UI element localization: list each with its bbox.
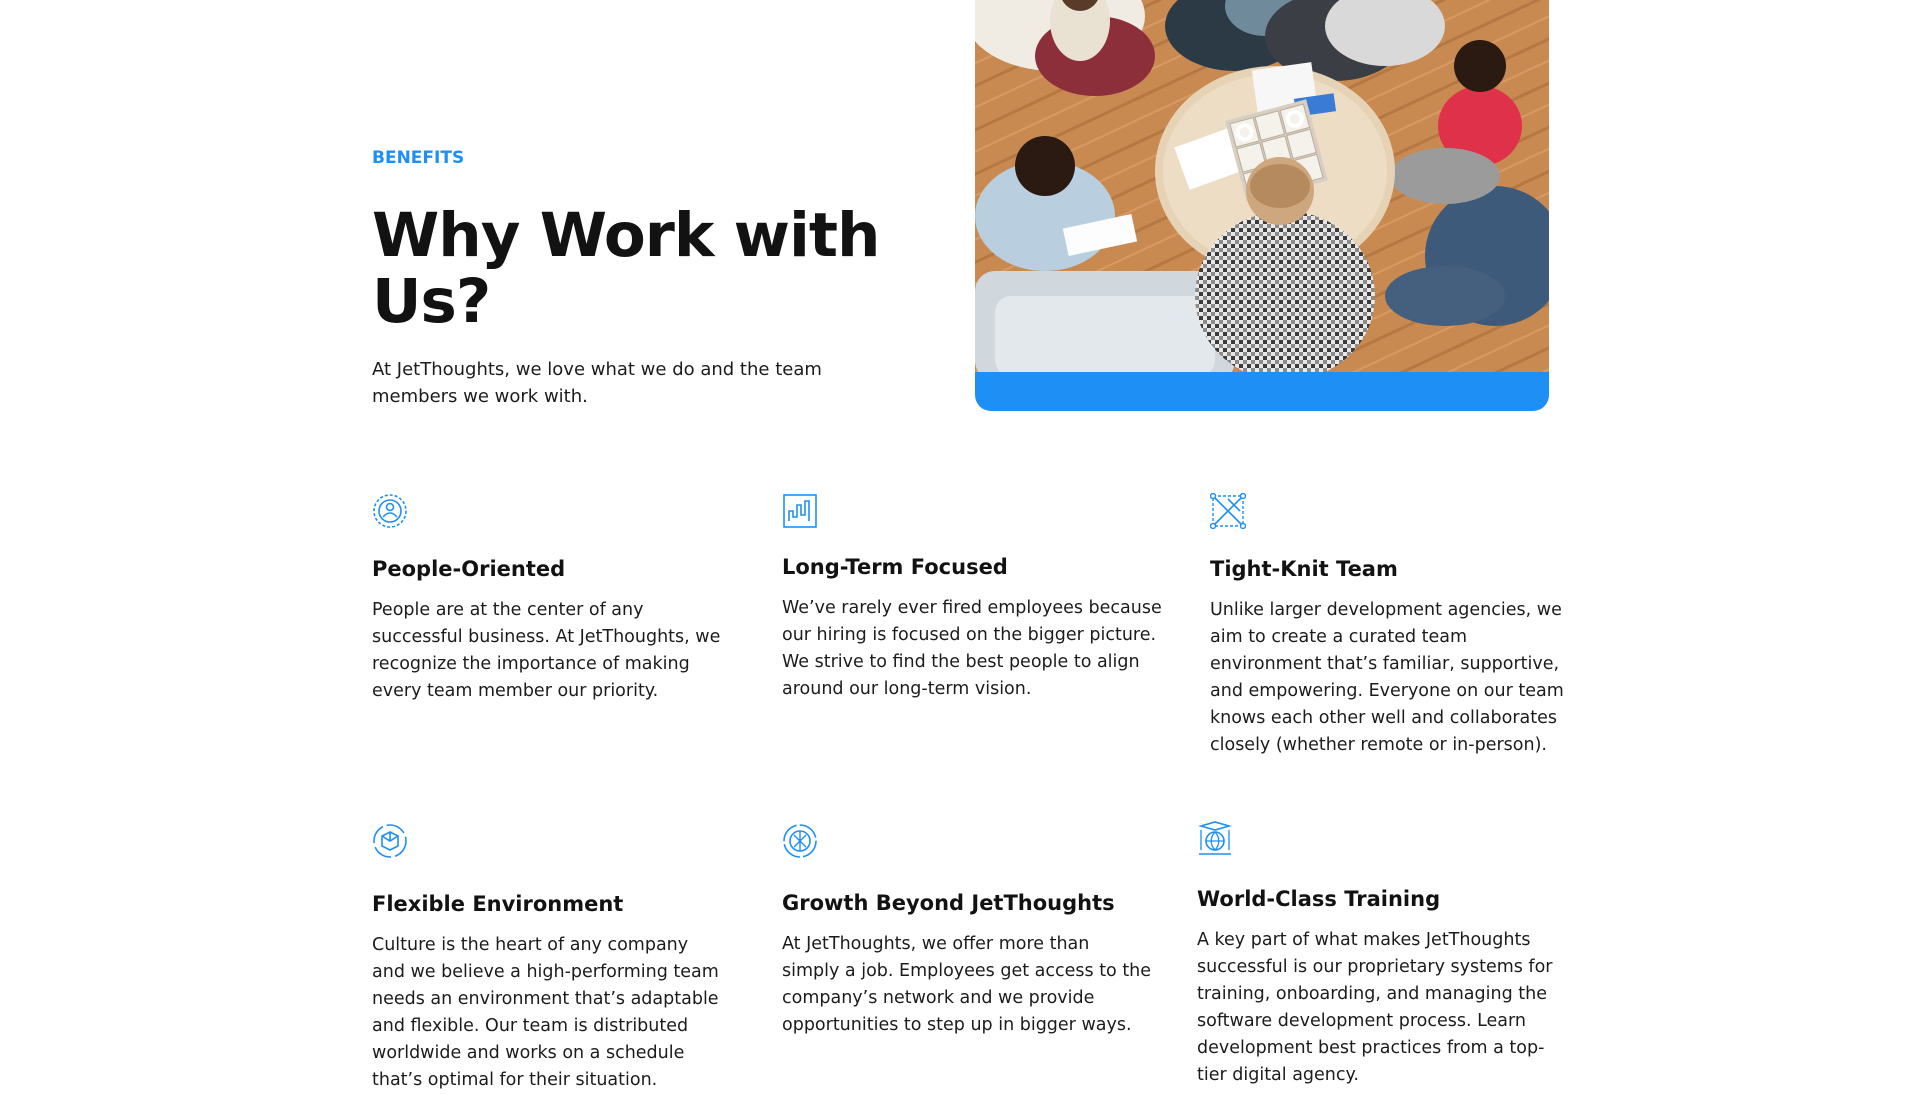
feature-tight-knit-team: Tight-Knit Team Unlike larger developmen… xyxy=(1210,493,1565,773)
team-meeting-photo xyxy=(975,0,1549,372)
feature-text: We’ve rarely ever fired employees becaus… xyxy=(782,598,1162,699)
feature-title: Tight-Knit Team xyxy=(1210,557,1398,581)
feature-text: Culture is the heart of any company and … xyxy=(372,935,719,1090)
growth-chart-icon xyxy=(783,494,817,528)
aperture-growth-icon xyxy=(783,824,817,858)
feature-growth-beyond: Growth Beyond JetThoughts At JetThoughts… xyxy=(782,823,1152,1043)
feature-text: A key part of what makes JetThoughts suc… xyxy=(1197,930,1553,1085)
people-circle-icon xyxy=(373,494,407,528)
feature-text: Unlike larger development agencies, we a… xyxy=(1210,600,1564,755)
feature-people-oriented: People-Oriented People are at the center… xyxy=(372,493,722,713)
feature-title: People-Oriented xyxy=(372,557,566,581)
feature-title: Flexible Environment xyxy=(372,892,624,916)
feature-long-term-focused: Long-Term Focused We’ve rarely ever fire… xyxy=(782,493,1162,713)
feature-flexible-environment: Flexible Environment Culture is the hear… xyxy=(372,823,722,1090)
feature-title: World-Class Training xyxy=(1197,887,1441,911)
feature-text: People are at the center of any successf… xyxy=(372,600,721,701)
network-nodes-icon xyxy=(1210,493,1246,529)
feature-world-class-training: World-Class Training A key part of what … xyxy=(1197,820,1557,1085)
team-photo xyxy=(975,0,1549,411)
globe-graduation-icon xyxy=(1198,821,1232,855)
benefits-eyebrow: BENEFITS xyxy=(372,148,465,168)
page-title: Why Work with Us? xyxy=(372,200,880,337)
feature-text: At JetThoughts, we offer more than simpl… xyxy=(782,934,1152,1035)
feature-title: Long-Term Focused xyxy=(782,555,1008,579)
hero-subtitle: At JetThoughts, we love what we do and t… xyxy=(372,359,822,407)
feature-title: Growth Beyond JetThoughts xyxy=(782,891,1115,915)
cube-cycle-icon xyxy=(373,824,407,858)
